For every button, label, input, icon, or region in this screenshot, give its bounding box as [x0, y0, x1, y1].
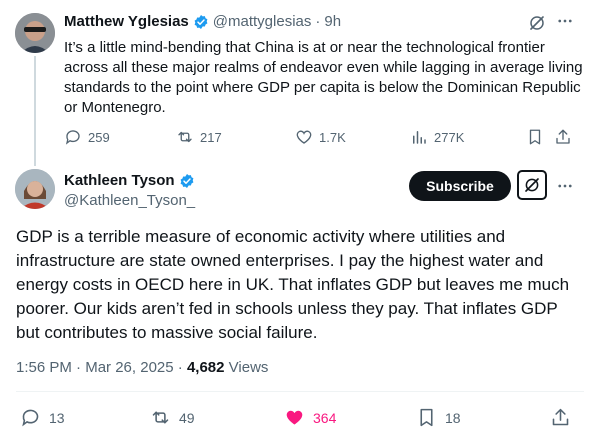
tweet-date[interactable]: Mar 26, 2025: [85, 359, 173, 376]
tweet-metadata: 1:56 PM · Mar 26, 2025 · 4,682 Views: [16, 359, 268, 376]
main-tweet-header: Kathleen Tyson: [64, 172, 195, 189]
parent-repost-count: 217: [200, 129, 222, 145]
header-separator: ·: [315, 13, 321, 30]
parent-tweet-header: Matthew Yglesias @mattyglesias · 9h: [64, 13, 341, 30]
like-icon: [296, 130, 312, 144]
meta-separator: ·: [71, 359, 86, 376]
repost-icon: [178, 131, 192, 143]
parent-share-button[interactable]: [554, 128, 572, 151]
subscribe-button[interactable]: Subscribe: [409, 171, 511, 201]
repost-icon: [152, 411, 169, 424]
share-icon: [552, 408, 569, 426]
main-repost-button[interactable]: 49: [150, 407, 195, 428]
views-icon: [413, 131, 426, 144]
divider: [16, 391, 584, 392]
main-like-button[interactable]: 364: [284, 407, 336, 428]
parent-reply-count: 259: [88, 129, 110, 145]
main-author-handle[interactable]: @Kathleen_Tyson_: [64, 192, 195, 209]
main-reply-count: 13: [49, 409, 65, 426]
reply-icon: [65, 130, 80, 145]
bookmark-icon: [420, 408, 433, 427]
parent-like-button[interactable]: 1.7K: [295, 128, 346, 146]
meta-separator: ·: [173, 359, 187, 376]
parent-tweet-text: It’s a little mind-bending that China is…: [64, 39, 583, 116]
share-icon: [556, 129, 570, 144]
verified-badge-icon: [194, 14, 208, 29]
parent-views-button[interactable]: 277K: [410, 128, 464, 146]
main-reply-button[interactable]: 13: [20, 407, 65, 428]
parent-views-count: 277K: [434, 129, 465, 145]
views-label: Views: [228, 359, 269, 376]
main-share-button[interactable]: [550, 407, 571, 433]
thread-connector-line: [34, 56, 36, 166]
parent-bookmark-button[interactable]: [526, 128, 544, 151]
main-repost-count: 49: [179, 409, 195, 426]
more-icon[interactable]: [556, 177, 574, 200]
grok-icon[interactable]: [517, 170, 547, 200]
main-author-avatar[interactable]: [15, 169, 55, 209]
parent-like-count: 1.7K: [319, 129, 346, 145]
like-icon: [286, 410, 303, 425]
reply-icon: [22, 409, 39, 427]
parent-repost-button[interactable]: 217: [176, 128, 222, 146]
more-icon[interactable]: [556, 12, 574, 35]
views-count: 4,682: [186, 359, 225, 376]
verified-badge-icon: [180, 173, 193, 188]
main-like-count: 364: [313, 409, 337, 426]
main-author-name[interactable]: Kathleen Tyson: [64, 172, 175, 189]
parent-author-name[interactable]: Matthew Yglesias: [64, 13, 189, 30]
parent-author-avatar[interactable]: [15, 13, 55, 53]
parent-reply-button[interactable]: 259: [64, 128, 110, 146]
main-bookmark-button[interactable]: 18: [416, 407, 461, 428]
tweet-time[interactable]: 1:56 PM: [16, 359, 72, 376]
parent-time-ago[interactable]: 9h: [324, 13, 341, 30]
main-tweet-text: GDP is a terrible measure of economic ac…: [16, 227, 570, 342]
parent-author-handle[interactable]: @mattyglesias: [213, 13, 312, 30]
main-bookmark-count: 18: [445, 409, 461, 426]
grok-icon[interactable]: [528, 14, 546, 37]
bookmark-icon: [529, 129, 541, 145]
